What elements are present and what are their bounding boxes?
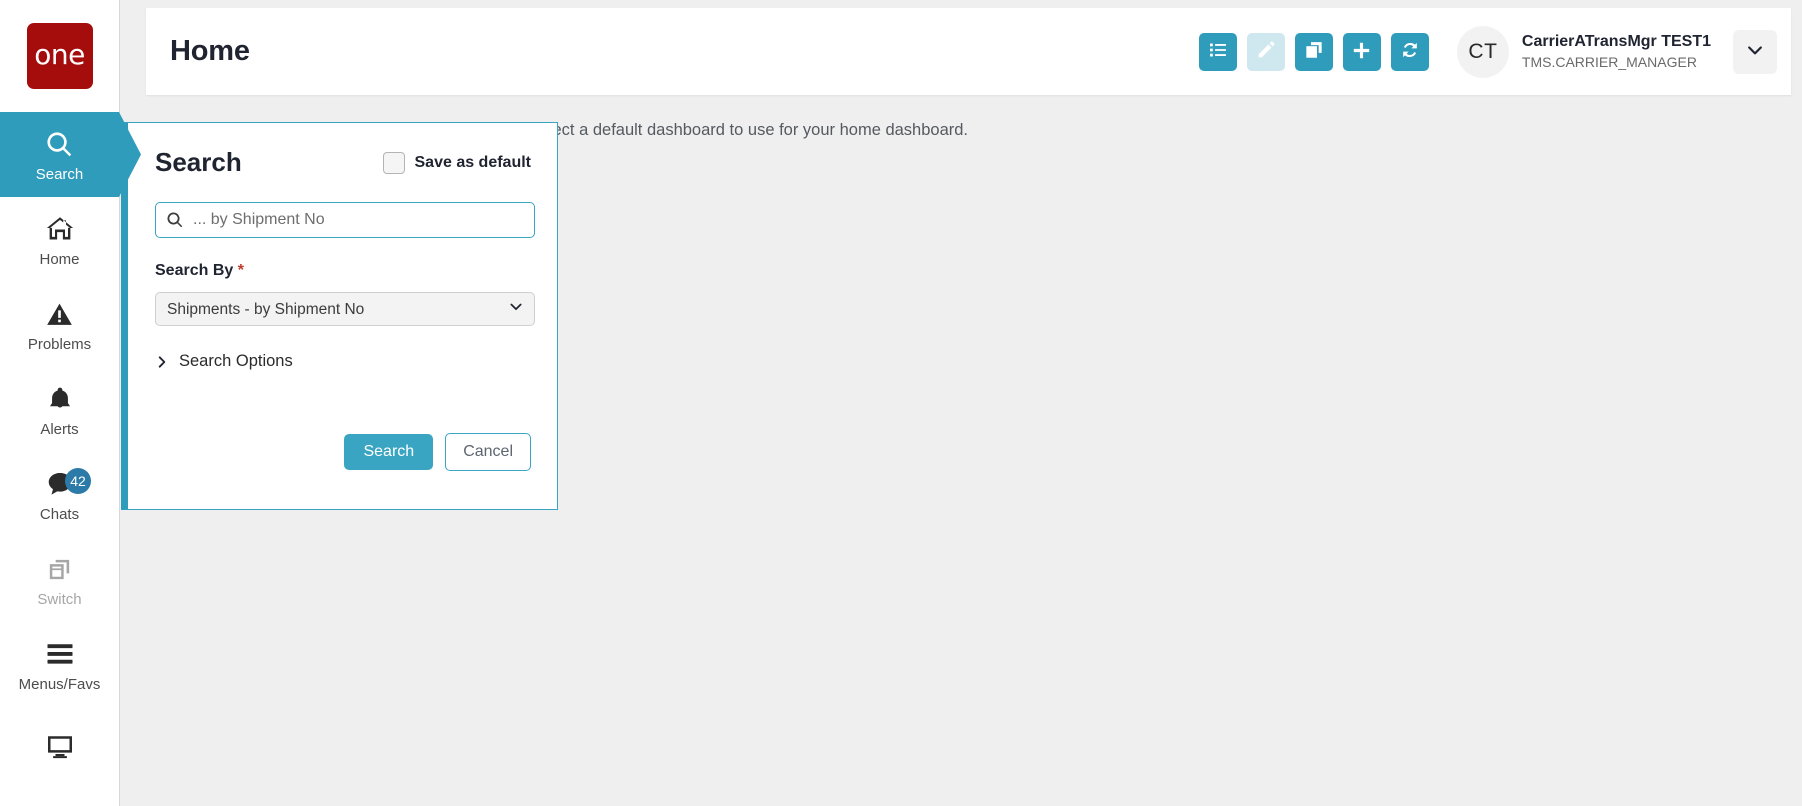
search-button[interactable]: Search bbox=[344, 434, 434, 470]
switch-windows-icon bbox=[46, 552, 73, 586]
header-toolbar bbox=[1198, 32, 1429, 71]
user-text: CarrierATransMgr TEST1 TMS.CARRIER_MANAG… bbox=[1522, 33, 1711, 70]
sidebar-item-label: Problems bbox=[27, 336, 92, 353]
save-as-default-label: Save as default bbox=[414, 153, 532, 171]
search-options-toggle[interactable]: Search Options bbox=[155, 352, 531, 371]
left-sidebar: one Search Home Problems Alerts 42 Chats… bbox=[0, 0, 141, 806]
required-marker: * bbox=[237, 262, 244, 279]
search-by-label-text: Search By bbox=[155, 262, 234, 279]
sidebar-item-menus-favs[interactable]: Menus/Favs bbox=[0, 622, 119, 707]
add-button[interactable] bbox=[1342, 32, 1381, 71]
user-role: TMS.CARRIER_MANAGER bbox=[1521, 54, 1697, 70]
sidebar-item-label: Search bbox=[35, 166, 84, 183]
sidebar-item-problems[interactable]: Problems bbox=[0, 282, 119, 367]
pencil-icon bbox=[1256, 40, 1276, 63]
monitor-icon bbox=[45, 730, 75, 764]
copy-icon bbox=[1304, 40, 1324, 63]
search-panel-actions: Search Cancel bbox=[344, 433, 531, 471]
search-input-wrapper[interactable] bbox=[155, 202, 535, 238]
list-icon bbox=[1208, 40, 1228, 63]
plus-icon bbox=[1351, 40, 1372, 64]
sidebar-item-label: Home bbox=[39, 251, 80, 268]
sidebar-item-label: Switch bbox=[37, 591, 82, 608]
search-options-label: Search Options bbox=[179, 352, 293, 370]
avatar: CT bbox=[1456, 25, 1509, 78]
one-network-logo: one bbox=[26, 23, 93, 89]
save-as-default-checkbox[interactable] bbox=[382, 151, 405, 174]
search-by-select[interactable]: Shipments - by Shipment No bbox=[155, 292, 535, 326]
search-input[interactable] bbox=[193, 211, 524, 229]
chats-unread-badge: 42 bbox=[65, 468, 91, 494]
search-icon bbox=[45, 127, 74, 161]
list-view-button[interactable] bbox=[1198, 32, 1237, 71]
cancel-button[interactable]: Cancel bbox=[445, 433, 531, 471]
save-as-default-control[interactable]: Save as default bbox=[382, 151, 532, 174]
home-icon bbox=[45, 212, 75, 246]
refresh-button[interactable] bbox=[1390, 32, 1429, 71]
chevron-right-icon bbox=[155, 354, 169, 370]
chevron-down-icon bbox=[1745, 40, 1765, 63]
search-by-select-wrapper[interactable]: Shipments - by Shipment No bbox=[155, 292, 535, 326]
sidebar-item-label: Chats bbox=[39, 506, 80, 523]
edit-button[interactable] bbox=[1246, 32, 1285, 71]
sidebar-item-label: Menus/Favs bbox=[18, 676, 101, 693]
user-name: CarrierATransMgr TEST1 bbox=[1521, 33, 1711, 50]
sidebar-item-switch[interactable]: Switch bbox=[0, 537, 119, 622]
sidebar-item-monitor[interactable] bbox=[0, 707, 119, 792]
search-by-label: Search By * bbox=[155, 262, 531, 280]
sidebar-item-label: Alerts bbox=[40, 421, 79, 438]
search-panel-header: Search Save as default bbox=[155, 147, 531, 178]
sidebar-item-home[interactable]: Home bbox=[0, 197, 119, 282]
top-header: Home CT CarrierATransMgr TEST1 TMS.CARRI… bbox=[146, 8, 1791, 95]
refresh-icon bbox=[1400, 40, 1420, 63]
sidebar-item-search[interactable]: Search bbox=[0, 112, 141, 197]
application-root: one Search Home Problems Alerts 42 Chats… bbox=[0, 0, 1802, 806]
search-icon bbox=[166, 211, 184, 229]
search-panel-title: Search bbox=[155, 147, 242, 177]
hamburger-menu-icon bbox=[45, 637, 75, 671]
logo-text: one bbox=[34, 38, 85, 71]
page-title: Home bbox=[170, 35, 250, 67]
bell-icon bbox=[46, 382, 74, 416]
warning-triangle-icon bbox=[45, 297, 74, 331]
brand-logo-container[interactable]: one bbox=[0, 0, 119, 112]
user-profile[interactable]: CT CarrierATransMgr TEST1 TMS.CARRIER_MA… bbox=[1456, 25, 1711, 78]
search-flyout-panel: Search Save as default Search By * Shipm… bbox=[121, 122, 558, 510]
sidebar-item-alerts[interactable]: Alerts bbox=[0, 367, 119, 452]
copy-button[interactable] bbox=[1294, 32, 1333, 71]
sidebar-item-chats[interactable]: 42 Chats bbox=[0, 452, 119, 537]
user-menu-toggle[interactable] bbox=[1733, 29, 1777, 74]
